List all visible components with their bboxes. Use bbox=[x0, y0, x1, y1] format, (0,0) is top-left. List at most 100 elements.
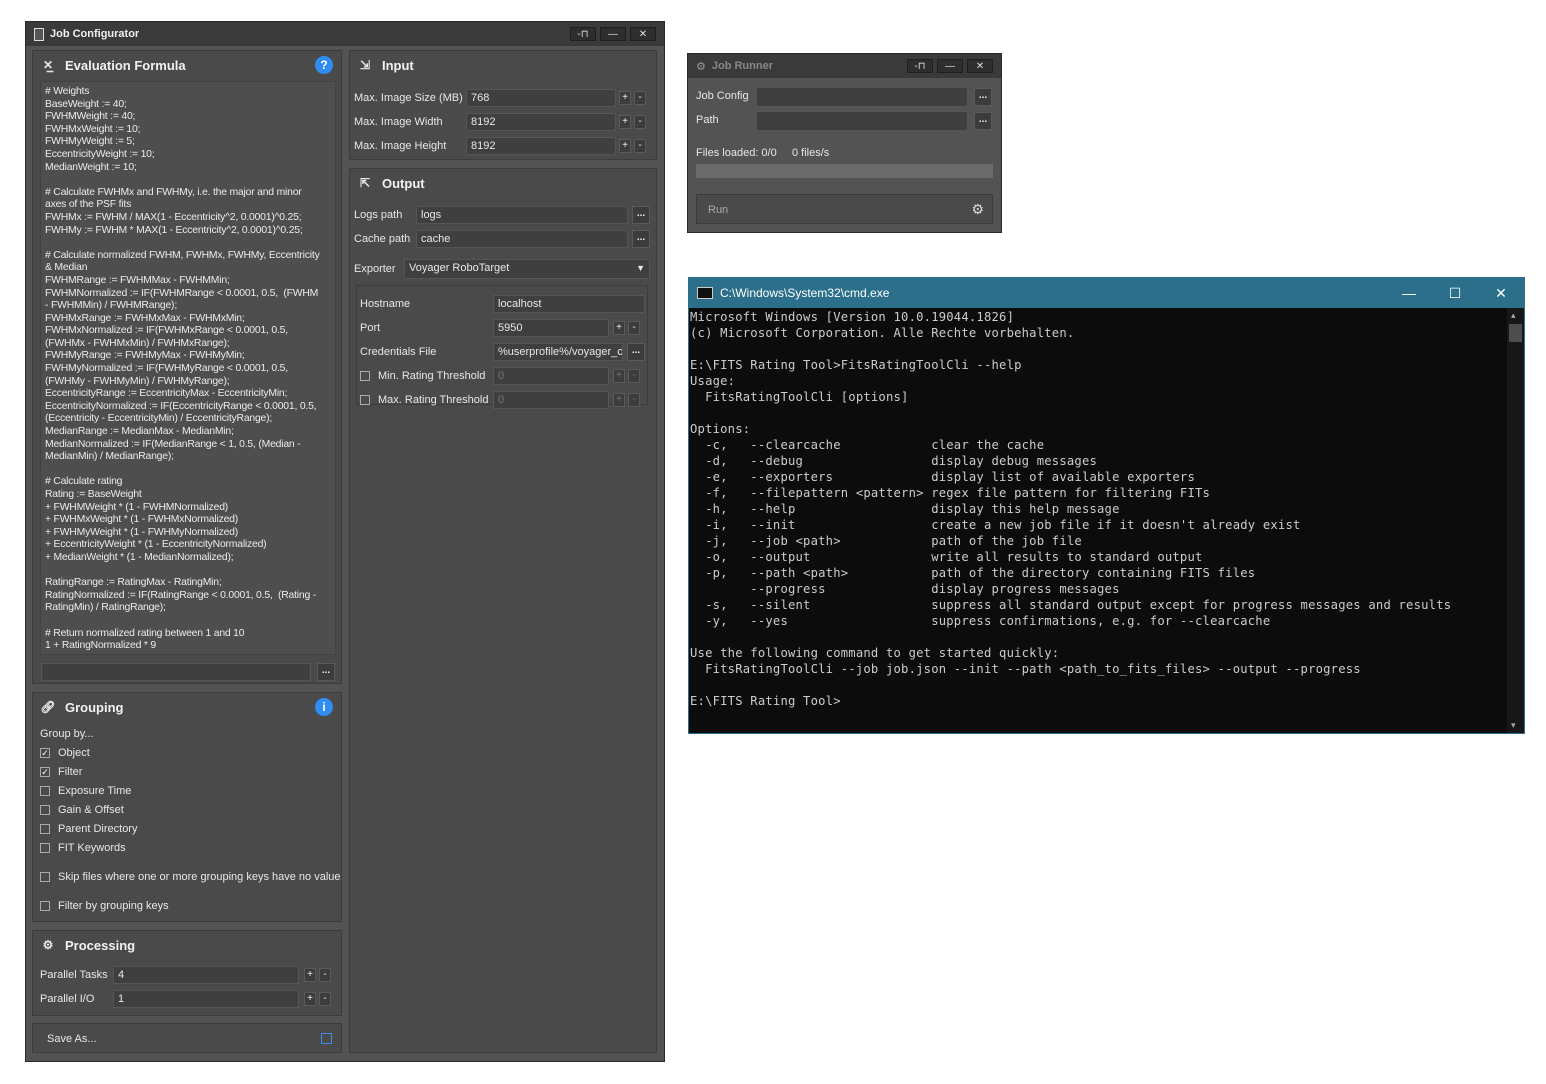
credentials-file-input[interactable]: %userprofile%/voyager_c bbox=[493, 343, 623, 361]
logs-path-input[interactable]: logs bbox=[416, 206, 628, 224]
checkbox-icon[interactable] bbox=[40, 786, 50, 796]
grouping-panel: 🔗︎ Grouping i Group by... ✓ Object ✓ Filte… bbox=[32, 692, 342, 922]
max-image-size-decrement[interactable]: - bbox=[634, 91, 646, 105]
skip-files-option[interactable]: Skip files where one or more grouping ke… bbox=[40, 871, 341, 883]
parallel-io-input[interactable]: 1 bbox=[113, 990, 299, 1008]
credentials-file-label: Credentials File bbox=[360, 346, 437, 358]
checkbox-icon[interactable] bbox=[360, 371, 370, 381]
max-image-size-input[interactable]: 768 bbox=[466, 89, 616, 107]
filter-by-keys-option[interactable]: Filter by grouping keys bbox=[40, 900, 169, 912]
parallel-tasks-increment[interactable]: + bbox=[304, 968, 316, 982]
job-configurator-window: Job Configurator -⊓ — ✕ ✕̲ Evaluation Fo… bbox=[25, 21, 665, 1062]
max-image-size-label: Max. Image Size (MB) bbox=[354, 92, 463, 104]
max-image-width-increment[interactable]: + bbox=[619, 115, 631, 129]
cmd-window: C:\Windows\System32\cmd.exe — ☐ ✕ Micros… bbox=[688, 277, 1525, 734]
min-rating-decrement[interactable]: - bbox=[628, 369, 640, 383]
exporter-select[interactable]: Voyager RoboTarget ▼ bbox=[404, 259, 650, 279]
parallel-tasks-input[interactable]: 4 bbox=[113, 966, 299, 984]
cmd-maximize-button[interactable]: ☐ bbox=[1432, 285, 1478, 302]
job-configurator-titlebar[interactable]: Job Configurator -⊓ — ✕ bbox=[26, 22, 664, 46]
parallel-io-decrement[interactable]: - bbox=[319, 992, 331, 1006]
checkbox-icon[interactable] bbox=[40, 805, 50, 815]
max-image-height-increment[interactable]: + bbox=[619, 139, 631, 153]
cache-path-input[interactable]: cache bbox=[416, 230, 628, 248]
max-image-size-increment[interactable]: + bbox=[619, 91, 631, 105]
max-rating-decrement[interactable]: - bbox=[628, 393, 640, 407]
formula-editor[interactable]: # Weights BaseWeight := 40; FWHMWeight :… bbox=[40, 81, 336, 655]
path-browse-button[interactable]: ... bbox=[974, 112, 992, 130]
hostname-input[interactable]: localhost bbox=[493, 295, 645, 313]
cmd-scrollbar[interactable]: ▴ ▾ bbox=[1507, 308, 1524, 733]
group-option-object[interactable]: ✓ Object bbox=[40, 747, 90, 759]
gears-icon: ⚙ bbox=[42, 938, 54, 952]
exporter-settings-box: Hostname localhost Port 5950 + - Credent… bbox=[356, 285, 648, 409]
credentials-browse-button[interactable]: ... bbox=[627, 343, 645, 361]
group-option-parent-directory[interactable]: Parent Directory bbox=[40, 823, 137, 835]
checkbox-checked-icon[interactable]: ✓ bbox=[40, 767, 50, 777]
run-label: Run bbox=[708, 204, 729, 216]
job-config-input[interactable] bbox=[756, 87, 968, 107]
group-option-exposure-time[interactable]: Exposure Time bbox=[40, 785, 131, 797]
close-button[interactable]: ✕ bbox=[630, 27, 656, 41]
run-button[interactable]: Run ⚙ bbox=[696, 194, 993, 224]
cmd-close-button[interactable]: ✕ bbox=[1478, 285, 1524, 302]
checkbox-icon[interactable] bbox=[360, 395, 370, 405]
port-decrement[interactable]: - bbox=[628, 321, 640, 335]
port-increment[interactable]: + bbox=[613, 321, 625, 335]
max-image-width-input[interactable]: 8192 bbox=[466, 113, 616, 131]
checkbox-icon[interactable] bbox=[40, 872, 50, 882]
help-icon[interactable]: ? bbox=[315, 56, 333, 74]
cmd-minimize-button[interactable]: — bbox=[1386, 285, 1432, 302]
port-label: Port bbox=[360, 322, 381, 334]
job-runner-title: Job Runner bbox=[711, 60, 773, 72]
job-runner-window: ⚙ Job Runner -⊓ — ✕ Job Config ... Path … bbox=[687, 53, 1002, 233]
cmd-titlebar[interactable]: C:\Windows\System32\cmd.exe — ☐ ✕ bbox=[689, 278, 1524, 308]
max-image-height-label: Max. Image Height bbox=[354, 140, 447, 152]
checkbox-icon[interactable] bbox=[40, 901, 50, 911]
progress-bar bbox=[696, 164, 993, 178]
path-input[interactable] bbox=[756, 111, 968, 131]
close-button[interactable]: ✕ bbox=[967, 59, 993, 73]
checkbox-icon[interactable] bbox=[40, 843, 50, 853]
parallel-io-increment[interactable]: + bbox=[304, 992, 316, 1006]
formula-file-input[interactable] bbox=[41, 663, 311, 681]
checkbox-icon[interactable] bbox=[40, 824, 50, 834]
pin-button[interactable]: -⊓ bbox=[570, 27, 596, 41]
port-input[interactable]: 5950 bbox=[493, 319, 609, 337]
scroll-thumb[interactable] bbox=[1509, 324, 1522, 342]
minimize-button[interactable]: — bbox=[600, 27, 626, 41]
evaluation-formula-header: ✕̲ Evaluation Formula ? bbox=[33, 51, 341, 79]
min-rating-threshold-option[interactable]: Min. Rating Threshold bbox=[360, 370, 485, 382]
max-rating-threshold-option[interactable]: Max. Rating Threshold bbox=[360, 394, 488, 406]
save-as-button[interactable]: Save As... bbox=[32, 1023, 342, 1053]
pin-button[interactable]: -⊓ bbox=[907, 59, 933, 73]
max-image-height-input[interactable]: 8192 bbox=[466, 137, 616, 155]
checkbox-checked-icon[interactable]: ✓ bbox=[40, 748, 50, 758]
group-option-gain-offset[interactable]: Gain & Offset bbox=[40, 804, 124, 816]
scroll-up-arrow[interactable]: ▴ bbox=[1511, 310, 1516, 321]
group-option-fit-keywords[interactable]: FIT Keywords bbox=[40, 842, 126, 854]
job-config-label: Job Config bbox=[696, 90, 749, 102]
max-image-height-decrement[interactable]: - bbox=[634, 139, 646, 153]
input-title: Input bbox=[382, 57, 414, 73]
max-image-width-decrement[interactable]: - bbox=[634, 115, 646, 129]
window-title: Job Configurator bbox=[50, 28, 140, 40]
parallel-tasks-decrement[interactable]: - bbox=[319, 968, 331, 982]
chevron-down-icon: ▼ bbox=[636, 263, 645, 273]
group-option-filter[interactable]: ✓ Filter bbox=[40, 766, 82, 778]
formula-browse-button[interactable]: ... bbox=[317, 663, 335, 681]
parallel-io-label: Parallel I/O bbox=[40, 993, 95, 1005]
link-icon: 🔗︎ bbox=[40, 700, 56, 714]
job-runner-titlebar[interactable]: ⚙ Job Runner -⊓ — ✕ bbox=[688, 54, 1001, 78]
max-rating-threshold-input[interactable]: 0 bbox=[493, 391, 609, 409]
max-rating-increment[interactable]: + bbox=[613, 393, 625, 407]
minimize-button[interactable]: — bbox=[937, 59, 963, 73]
job-config-browse-button[interactable]: ... bbox=[974, 88, 992, 106]
logs-path-browse-button[interactable]: ... bbox=[632, 206, 650, 224]
min-rating-threshold-input[interactable]: 0 bbox=[493, 367, 609, 385]
scroll-down-arrow[interactable]: ▾ bbox=[1511, 720, 1516, 731]
cache-path-browse-button[interactable]: ... bbox=[632, 230, 650, 248]
min-rating-increment[interactable]: + bbox=[613, 369, 625, 383]
info-icon[interactable]: i bbox=[315, 698, 333, 716]
cmd-output[interactable]: Microsoft Windows [Version 10.0.19044.18… bbox=[689, 308, 1524, 709]
